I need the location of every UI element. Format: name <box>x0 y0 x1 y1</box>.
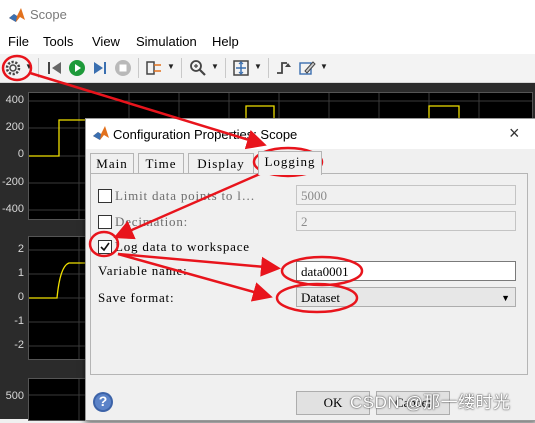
arrow-gear-to-logging <box>29 71 267 150</box>
highlight-format-circle <box>275 282 359 314</box>
arrow-logging-to-checkbox <box>113 171 263 240</box>
tab-logging[interactable]: Logging <box>258 151 322 175</box>
highlight-log-checkbox-circle <box>88 230 120 258</box>
watermark: CSDN @那一缕时光 <box>350 393 511 412</box>
highlight-gear-circle <box>1 54 33 82</box>
annotation-overlay <box>1 54 364 314</box>
highlight-varname-circle <box>280 255 364 287</box>
